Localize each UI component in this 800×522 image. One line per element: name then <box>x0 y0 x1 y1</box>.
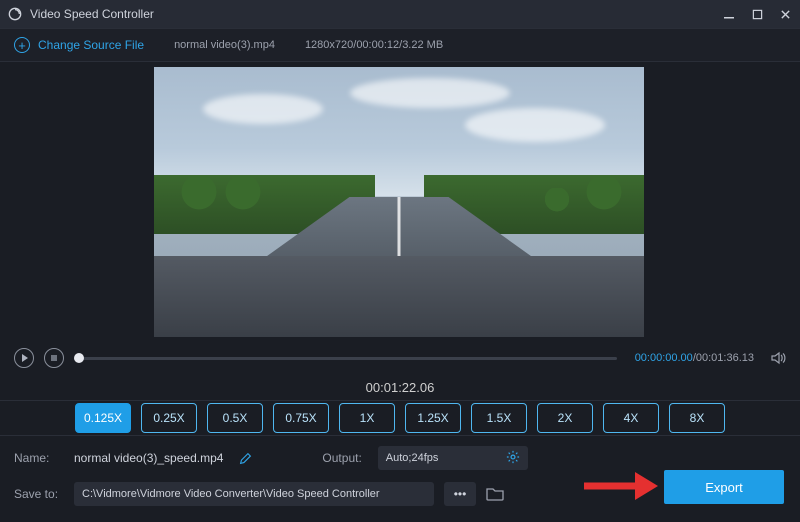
source-file-meta: 1280x720/00:00:12/3.22 MB <box>305 39 443 51</box>
name-label: Name: <box>14 451 64 465</box>
close-button[interactable] <box>778 7 792 21</box>
app-logo-icon <box>8 7 22 21</box>
edit-name-button[interactable] <box>239 452 252 465</box>
export-label: Export <box>705 480 743 495</box>
output-format-value: Auto;24fps <box>386 452 439 464</box>
speed-option-1x[interactable]: 1X <box>339 403 395 433</box>
output-format-dropdown[interactable]: Auto;24fps <box>378 446 528 470</box>
change-source-label: Change Source File <box>38 38 144 52</box>
video-preview-area <box>0 62 798 342</box>
play-button[interactable] <box>14 348 34 368</box>
save-to-path[interactable]: C:\Vidmore\Vidmore Video Converter\Video… <box>74 482 434 506</box>
name-value: normal video(3)_speed.mp4 <box>74 451 223 465</box>
maximize-button[interactable] <box>750 7 764 21</box>
change-source-button[interactable]: + Change Source File <box>14 37 144 53</box>
speed-option-2x[interactable]: 2X <box>537 403 593 433</box>
play-icon <box>22 354 28 362</box>
gear-icon <box>506 450 520 467</box>
progress-slider[interactable] <box>74 357 617 360</box>
speed-option-0-5x[interactable]: 0.5X <box>207 403 263 433</box>
speed-option-8x[interactable]: 8X <box>669 403 725 433</box>
video-preview[interactable] <box>154 67 644 337</box>
title-bar: Video Speed Controller <box>0 0 800 28</box>
stop-icon <box>51 355 57 361</box>
speed-option-0-25x[interactable]: 0.25X <box>141 403 197 433</box>
export-button[interactable]: Export <box>664 470 784 504</box>
browse-menu-button[interactable]: ••• <box>444 482 476 506</box>
speed-option-1-5x[interactable]: 1.5X <box>471 403 527 433</box>
output-label: Output: <box>322 451 361 465</box>
preview-duration: 00:01:22.06 <box>0 374 800 400</box>
speed-selector: 0.125X 0.25X 0.5X 0.75X 1X 1.25X 1.5X 2X 4X 8X <box>0 400 800 436</box>
transport-bar: 00:00:00.00/00:01:36.13 <box>0 342 800 374</box>
speed-option-4x[interactable]: 4X <box>603 403 659 433</box>
volume-button[interactable] <box>770 350 786 366</box>
source-toolbar: + Change Source File normal video(3).mp4… <box>0 28 800 62</box>
speed-option-0-125x[interactable]: 0.125X <box>75 403 131 433</box>
save-to-value: C:\Vidmore\Vidmore Video Converter\Video… <box>82 488 380 500</box>
save-to-label: Save to: <box>14 487 64 501</box>
total-time: 00:01:36.13 <box>696 352 754 364</box>
open-folder-button[interactable] <box>486 486 508 502</box>
current-time: 00:00:00.00 <box>635 352 693 364</box>
app-title: Video Speed Controller <box>30 7 722 21</box>
speed-option-0-75x[interactable]: 0.75X <box>273 403 329 433</box>
plus-circle-icon: + <box>14 37 30 53</box>
source-file-name: normal video(3).mp4 <box>174 39 275 51</box>
minimize-button[interactable] <box>722 7 736 21</box>
speed-option-1-25x[interactable]: 1.25X <box>405 403 461 433</box>
stop-button[interactable] <box>44 348 64 368</box>
progress-thumb[interactable] <box>74 353 84 363</box>
